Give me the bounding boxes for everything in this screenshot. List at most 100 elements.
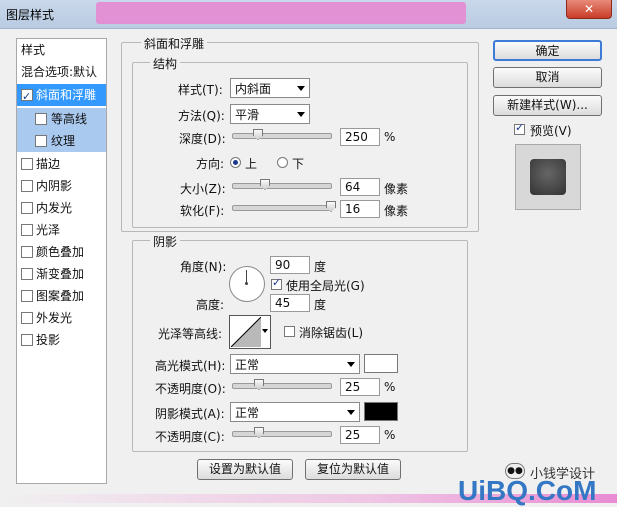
texture-checkbox[interactable] xyxy=(35,135,47,147)
inner-glow-checkbox[interactable] xyxy=(21,202,33,214)
structure-title: 结构 xyxy=(150,55,181,72)
shadow-opacity-handle[interactable] xyxy=(254,427,264,438)
size-label: 大小(Z): xyxy=(180,182,226,196)
cancel-button[interactable]: 取消 xyxy=(493,67,602,88)
list-item-outer-glow[interactable]: 外发光 xyxy=(17,307,106,329)
size-slider-handle[interactable] xyxy=(260,179,270,190)
depth-label: 深度(D): xyxy=(179,132,226,146)
list-item-drop-shadow[interactable]: 投影 xyxy=(17,329,106,351)
list-item-label: 渐变叠加 xyxy=(36,267,85,281)
list-item-color-overlay[interactable]: 颜色叠加 xyxy=(17,241,106,263)
shading-title: 阴影 xyxy=(150,233,181,250)
direction-up-radio[interactable] xyxy=(230,157,241,168)
drop-shadow-checkbox[interactable] xyxy=(21,334,33,346)
make-default-button[interactable]: 设置为默认值 xyxy=(197,459,293,480)
altitude-input[interactable]: 45 xyxy=(270,294,310,312)
depth-unit: % xyxy=(384,130,396,144)
list-item-satin[interactable]: 光泽 xyxy=(17,219,106,241)
styles-header[interactable]: 样式 xyxy=(17,39,110,61)
gloss-contour-picker[interactable] xyxy=(229,315,271,349)
list-item-gradient-overlay[interactable]: 渐变叠加 xyxy=(17,263,106,285)
blending-options[interactable]: 混合选项:默认 xyxy=(17,61,110,83)
technique-label: 方法(Q): xyxy=(178,109,225,123)
list-item-stroke[interactable]: 描边 xyxy=(17,153,106,175)
size-slider[interactable] xyxy=(232,179,332,190)
list-item-pattern-overlay[interactable]: 图案叠加 xyxy=(17,285,106,307)
new-style-button[interactable]: 新建样式(W)... xyxy=(493,95,602,116)
chevron-down-icon xyxy=(297,86,305,91)
direction-label: 方向: xyxy=(196,157,225,171)
depth-input[interactable]: 250 xyxy=(340,128,380,146)
technique-select[interactable]: 平滑 xyxy=(230,104,310,124)
shadow-opacity-slider[interactable] xyxy=(232,427,332,438)
list-item-inner-shadow[interactable]: 内阴影 xyxy=(17,175,106,197)
close-button[interactable]: ✕ xyxy=(566,0,612,19)
watermark-site: UiBQ.CoM xyxy=(458,475,597,506)
soften-input[interactable]: 16 xyxy=(340,200,380,218)
highlight-opacity-input[interactable]: 25 xyxy=(340,378,380,396)
satin-checkbox[interactable] xyxy=(21,224,33,236)
ok-button[interactable]: 确定 xyxy=(493,40,602,61)
stroke-checkbox[interactable] xyxy=(21,158,33,170)
list-item-label: 光泽 xyxy=(36,223,61,237)
highlight-opacity-handle[interactable] xyxy=(254,379,264,390)
bevel-emboss-title: 斜面和浮雕 xyxy=(141,35,208,52)
gradient-overlay-checkbox[interactable] xyxy=(21,268,33,280)
depth-slider[interactable] xyxy=(232,129,332,140)
list-item-label: 内发光 xyxy=(36,201,73,215)
highlight-color-swatch[interactable] xyxy=(364,354,398,373)
angle-dial[interactable] xyxy=(229,266,265,302)
shadow-mode-select[interactable]: 正常 xyxy=(230,402,360,422)
outer-glow-checkbox[interactable] xyxy=(21,312,33,324)
chevron-down-icon xyxy=(347,362,355,367)
shadow-opacity-unit: % xyxy=(384,428,396,442)
soften-slider[interactable] xyxy=(232,201,336,212)
size-input[interactable]: 64 xyxy=(340,178,380,196)
size-unit: 像素 xyxy=(384,182,409,196)
altitude-unit: 度 xyxy=(314,298,327,312)
shadow-opacity-input[interactable]: 25 xyxy=(340,426,380,444)
highlight-opacity-label: 不透明度(O): xyxy=(155,382,226,396)
list-item-label: 描边 xyxy=(36,157,61,171)
soften-label: 软化(F): xyxy=(180,204,225,218)
preview-checkbox[interactable] xyxy=(514,121,525,135)
shadow-color-swatch[interactable] xyxy=(364,402,398,421)
title-bar-overlay xyxy=(96,2,466,24)
highlight-mode-value: 正常 xyxy=(235,358,260,372)
global-light-checkbox[interactable] xyxy=(271,276,282,290)
list-item-contour[interactable]: 等高线 xyxy=(17,108,106,130)
highlight-opacity-slider[interactable] xyxy=(232,379,332,390)
anti-aliased-checkbox[interactable] xyxy=(284,326,295,337)
list-item-label: 纹理 xyxy=(51,134,76,148)
chevron-down-icon xyxy=(297,112,305,117)
contour-checkbox[interactable] xyxy=(35,113,47,125)
gloss-contour-label: 光泽等高线: xyxy=(158,327,223,341)
angle-dial-center xyxy=(245,282,248,285)
list-item-label: 外发光 xyxy=(36,311,73,325)
highlight-mode-select[interactable]: 正常 xyxy=(230,354,360,374)
angle-input[interactable]: 90 xyxy=(270,256,310,274)
depth-slider-handle[interactable] xyxy=(253,129,263,140)
technique-select-value: 平滑 xyxy=(235,108,260,122)
list-item-texture[interactable]: 纹理 xyxy=(17,130,106,152)
styles-list: 样式 混合选项:默认 斜面和浮雕 等高线 纹理 描边 内阴影 内发光 光泽 颜色… xyxy=(16,38,107,484)
chevron-down-icon xyxy=(262,329,268,333)
list-item-bevel-emboss[interactable]: 斜面和浮雕 xyxy=(17,84,106,108)
list-item-inner-glow[interactable]: 内发光 xyxy=(17,197,106,219)
direction-up-label: 上 xyxy=(245,157,258,171)
contour-icon xyxy=(231,317,261,347)
direction-down-label: 下 xyxy=(292,157,305,171)
color-overlay-checkbox[interactable] xyxy=(21,246,33,258)
global-light-label: 使用全局光(G) xyxy=(286,279,365,293)
direction-down-radio[interactable] xyxy=(277,157,288,168)
preview-swatch xyxy=(530,159,566,195)
inner-shadow-checkbox[interactable] xyxy=(21,180,33,192)
style-select[interactable]: 内斜面 xyxy=(230,78,310,98)
list-item-label: 等高线 xyxy=(51,112,88,126)
reset-default-button[interactable]: 复位为默认值 xyxy=(305,459,401,480)
list-item-label: 斜面和浮雕 xyxy=(36,88,97,102)
bevel-checkbox[interactable] xyxy=(21,86,33,108)
pattern-overlay-checkbox[interactable] xyxy=(21,290,33,302)
list-item-label: 投影 xyxy=(36,333,61,347)
preview-label: 预览(V) xyxy=(530,124,572,138)
